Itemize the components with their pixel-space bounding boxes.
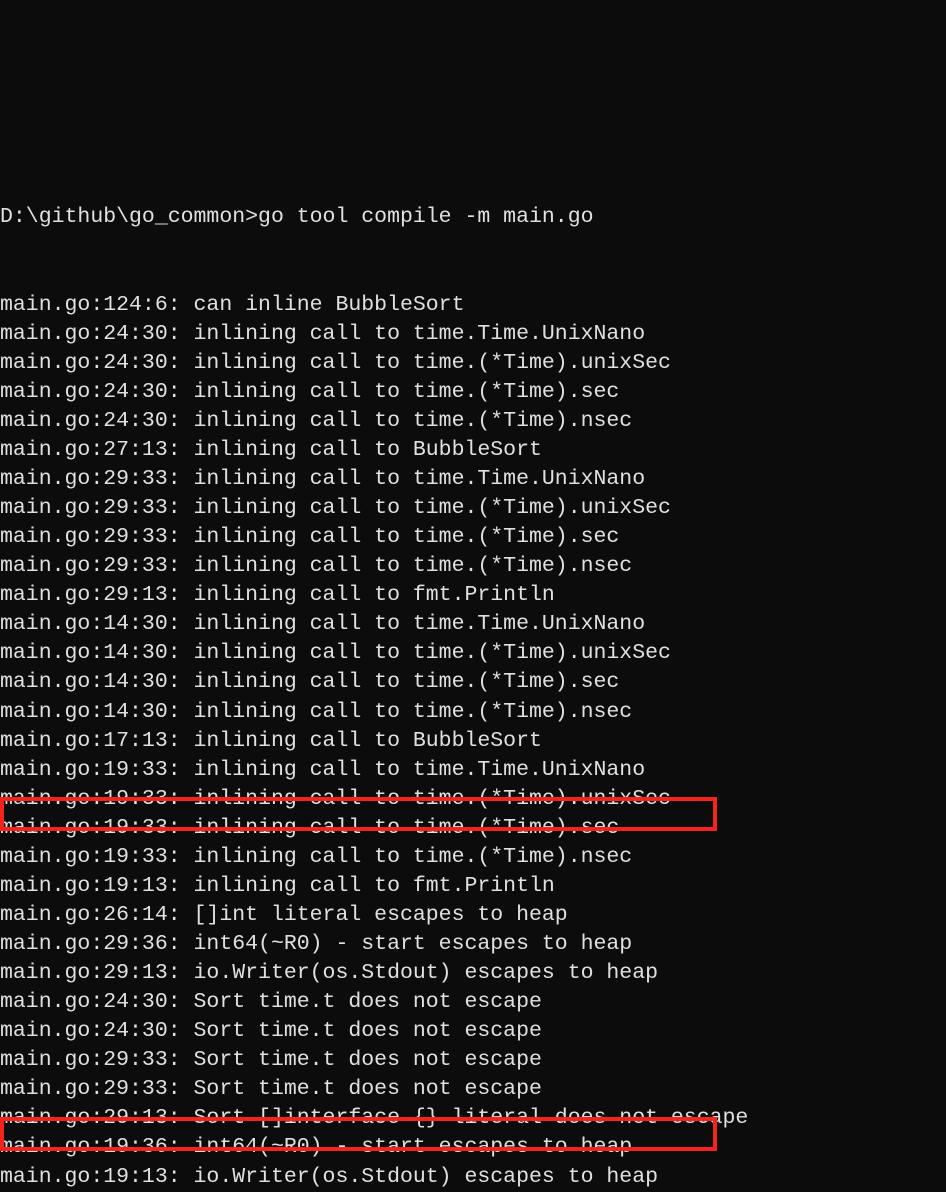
output-line: main.go:24:30: Sort time.t does not esca… bbox=[0, 1017, 946, 1046]
output-line: main.go:29:36: int64(~R0) - start escape… bbox=[0, 930, 946, 959]
output-line: main.go:14:30: inlining call to time.(*T… bbox=[0, 698, 946, 727]
output-line: main.go:19:33: inlining call to time.(*T… bbox=[0, 843, 946, 872]
output-line: main.go:27:13: inlining call to BubbleSo… bbox=[0, 436, 946, 465]
output-line: main.go:26:14: []int literal escapes to … bbox=[0, 901, 946, 930]
output-line: main.go:19:33: inlining call to time.Tim… bbox=[0, 756, 946, 785]
output-line: main.go:19:13: inlining call to fmt.Prin… bbox=[0, 872, 946, 901]
terminal-output: D:\github\go_common>go tool compile -m m… bbox=[0, 145, 946, 1192]
output-line: main.go:29:33: inlining call to time.(*T… bbox=[0, 552, 946, 581]
output-line: main.go:17:13: inlining call to BubbleSo… bbox=[0, 727, 946, 756]
output-line: main.go:29:13: Sort []interface {} liter… bbox=[0, 1104, 946, 1133]
output-line: main.go:19:33: inlining call to time.(*T… bbox=[0, 785, 946, 814]
output-line: main.go:14:30: inlining call to time.(*T… bbox=[0, 639, 946, 668]
output-line: main.go:24:30: Sort time.t does not esca… bbox=[0, 988, 946, 1017]
output-line: main.go:24:30: inlining call to time.(*T… bbox=[0, 407, 946, 436]
output-line: main.go:19:13: io.Writer(os.Stdout) esca… bbox=[0, 1163, 946, 1192]
output-line: main.go:24:30: inlining call to time.(*T… bbox=[0, 349, 946, 378]
output-line: main.go:29:33: Sort time.t does not esca… bbox=[0, 1075, 946, 1104]
output-line: main.go:29:13: io.Writer(os.Stdout) esca… bbox=[0, 959, 946, 988]
output-line: main.go:19:33: inlining call to time.(*T… bbox=[0, 814, 946, 843]
output-lines-container: main.go:124:6: can inline BubbleSortmain… bbox=[0, 291, 946, 1192]
command-line: D:\github\go_common>go tool compile -m m… bbox=[0, 203, 946, 232]
output-line: main.go:14:30: inlining call to time.(*T… bbox=[0, 668, 946, 697]
prompt-command: go tool compile -m main.go bbox=[258, 205, 593, 229]
prompt-cwd: D:\github\go_common> bbox=[0, 205, 258, 229]
output-line: main.go:14:30: inlining call to time.Tim… bbox=[0, 610, 946, 639]
output-line: main.go:24:30: inlining call to time.Tim… bbox=[0, 320, 946, 349]
output-line: main.go:24:30: inlining call to time.(*T… bbox=[0, 378, 946, 407]
output-line: main.go:29:33: Sort time.t does not esca… bbox=[0, 1046, 946, 1075]
output-line: main.go:19:36: int64(~R0) - start escape… bbox=[0, 1133, 946, 1162]
output-line: main.go:29:33: inlining call to time.(*T… bbox=[0, 523, 946, 552]
output-line: main.go:29:33: inlining call to time.(*T… bbox=[0, 494, 946, 523]
output-line: main.go:124:6: can inline BubbleSort bbox=[0, 291, 946, 320]
output-line: main.go:29:33: inlining call to time.Tim… bbox=[0, 465, 946, 494]
output-line: main.go:29:13: inlining call to fmt.Prin… bbox=[0, 581, 946, 610]
